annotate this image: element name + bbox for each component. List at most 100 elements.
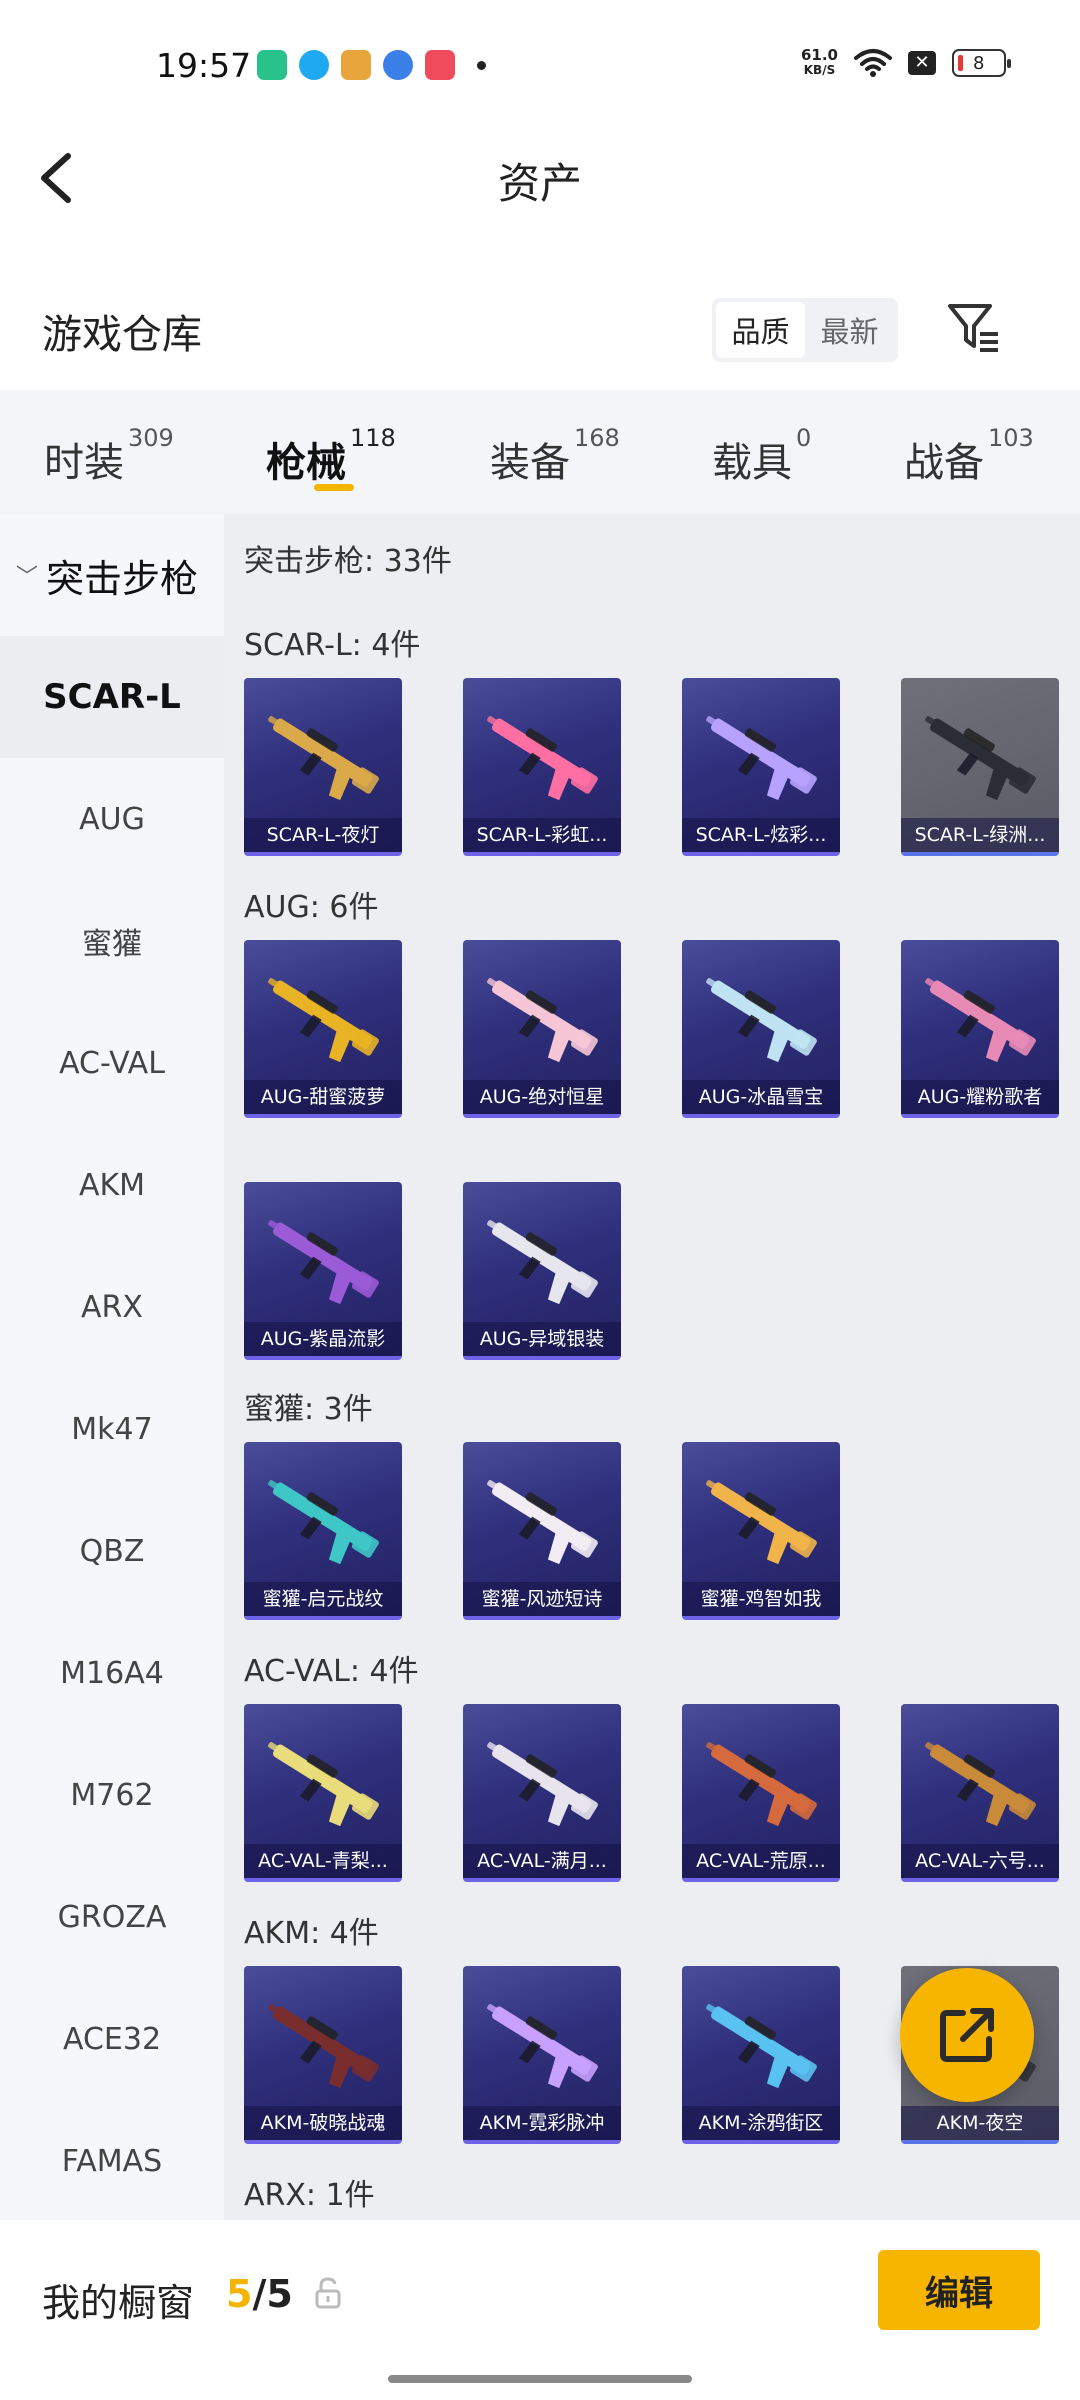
sidebar-item-scar-l[interactable]: SCAR-L bbox=[0, 636, 224, 758]
group-title-scar-l: SCAR-L: 4件 bbox=[244, 628, 421, 663]
video-app-icon bbox=[425, 50, 455, 80]
weapon-grid: 突击步枪: 33件 SCAR-L: 4件 SCAR-L-夜灯 SCAR-L-彩虹… bbox=[224, 514, 1080, 2220]
network-speed-value: 61.0 bbox=[800, 46, 838, 64]
weapon-card[interactable]: AKM-霓彩脉冲 bbox=[463, 1966, 621, 2144]
weapon-card[interactable]: AUG-耀粉歌者 bbox=[901, 940, 1059, 1118]
weapon-card[interactable]: AC-VAL-满月... bbox=[463, 1704, 621, 1882]
sidebar-item-famas[interactable]: FAMAS bbox=[0, 2100, 224, 2220]
weapon-card[interactable]: 蜜獾-启元战纹 bbox=[244, 1442, 402, 1620]
weapon-card[interactable]: AUG-异域银装 bbox=[463, 1182, 621, 1360]
tab-vehicles[interactable]: 载具0 bbox=[712, 424, 811, 488]
weapon-image bbox=[258, 1982, 388, 2102]
weapon-image bbox=[696, 956, 826, 1076]
sidebar-item-aug[interactable]: AUG bbox=[0, 758, 224, 880]
weapon-sidebar: ﹀ 突击步枪 SCAR-L AUG 蜜獾 AC-VAL AKM ARX Mk47… bbox=[0, 514, 224, 2220]
showcase-label: 我的橱窗 bbox=[42, 2281, 195, 2325]
weapon-image bbox=[258, 956, 388, 1076]
weapon-card[interactable]: SCAR-L-彩虹... bbox=[463, 678, 621, 856]
home-indicator[interactable] bbox=[388, 2375, 692, 2383]
no-sim-icon: ✕ bbox=[908, 51, 936, 75]
showcase-total: 5 bbox=[266, 2272, 293, 2316]
app-icon-green bbox=[257, 50, 287, 80]
weapon-image bbox=[477, 956, 607, 1076]
weapon-name: 蜜獾-风迹短诗 bbox=[463, 1582, 621, 1616]
sidebar-item-m762[interactable]: M762 bbox=[0, 1734, 224, 1856]
weapon-card[interactable]: AUG-甜蜜菠萝 bbox=[244, 940, 402, 1118]
tab-firearms[interactable]: 枪械118 bbox=[266, 424, 396, 488]
weapon-name: SCAR-L-绿洲... bbox=[901, 818, 1059, 852]
weapon-card[interactable]: AC-VAL-青梨... bbox=[244, 1704, 402, 1882]
weapon-card[interactable]: AUG-冰晶雪宝 bbox=[682, 940, 840, 1118]
weapon-card[interactable]: AKM-涂鸦街区 bbox=[682, 1966, 840, 2144]
filter-button[interactable] bbox=[946, 300, 1002, 356]
sidebar-item-qbz[interactable]: QBZ bbox=[0, 1490, 224, 1612]
notification-dot-icon bbox=[477, 60, 486, 70]
sidebar-item-mk47[interactable]: Mk47 bbox=[0, 1368, 224, 1490]
weapon-name: SCAR-L-炫彩... bbox=[682, 818, 840, 852]
weapon-image bbox=[258, 1720, 388, 1840]
sidebar-item-ace32[interactable]: ACE32 bbox=[0, 1978, 224, 2100]
weapon-name: AC-VAL-满月... bbox=[463, 1844, 621, 1878]
tab-vehicles-count: 0 bbox=[796, 424, 812, 452]
weapon-name: AUG-异域银装 bbox=[463, 1322, 621, 1356]
status-bar: 19:57 61.0 KB/S ✕ 8 bbox=[0, 0, 1080, 136]
tab-fashion[interactable]: 时装309 bbox=[44, 424, 174, 488]
page-title: 资产 bbox=[497, 159, 582, 208]
app-icon-blue bbox=[383, 50, 413, 80]
tab-equipment[interactable]: 装备168 bbox=[490, 424, 620, 488]
status-time: 19:57 bbox=[156, 46, 252, 85]
weapon-name: AUG-绝对恒星 bbox=[463, 1080, 621, 1114]
edit-button[interactable]: 编辑 bbox=[878, 2250, 1040, 2330]
sidebar-item-m16a4[interactable]: M16A4 bbox=[0, 1612, 224, 1734]
weapon-name: AKM-破晓战魂 bbox=[244, 2106, 402, 2140]
tab-supplies-count: 103 bbox=[988, 424, 1034, 452]
weapon-card[interactable]: 蜜獾-风迹短诗 bbox=[463, 1442, 621, 1620]
weapon-card[interactable]: SCAR-L-炫彩... bbox=[682, 678, 840, 856]
sort-latest-option[interactable]: 最新 bbox=[805, 302, 894, 358]
weapon-name: 蜜獾-启元战纹 bbox=[244, 1582, 402, 1616]
wifi-icon bbox=[854, 48, 892, 78]
battery-value: 8 bbox=[973, 52, 985, 74]
tab-vehicles-label: 载具 bbox=[712, 440, 792, 486]
weapon-image bbox=[477, 1982, 607, 2102]
weapon-card[interactable]: AC-VAL-荒原... bbox=[682, 1704, 840, 1882]
sort-quality-option[interactable]: 品质 bbox=[716, 302, 805, 358]
battery-level bbox=[958, 55, 963, 71]
weapon-card[interactable]: SCAR-L-绿洲... bbox=[901, 678, 1059, 856]
tab-firearms-label: 枪械 bbox=[266, 440, 346, 486]
group-title-akm: AKM: 4件 bbox=[244, 1916, 379, 1951]
weapon-card[interactable]: AUG-紫晶流影 bbox=[244, 1182, 402, 1360]
weapon-card[interactable]: AUG-绝对恒星 bbox=[463, 940, 621, 1118]
weapon-name: AC-VAL-六号... bbox=[901, 1844, 1059, 1878]
showcase-count: 5/5 bbox=[226, 2272, 293, 2316]
weapon-image bbox=[477, 694, 607, 814]
sidebar-item-groza[interactable]: GROZA bbox=[0, 1856, 224, 1978]
network-speed-unit: KB/S bbox=[803, 63, 836, 77]
sidebar-item-arx[interactable]: ARX bbox=[0, 1246, 224, 1368]
share-button[interactable] bbox=[900, 1968, 1034, 2102]
showcase-separator: / bbox=[252, 2272, 267, 2316]
weapon-image bbox=[915, 956, 1045, 1076]
weapon-image bbox=[258, 694, 388, 814]
sidebar-item-honey-badger[interactable]: 蜜獾 bbox=[0, 880, 224, 1002]
sidebar-category-header[interactable]: ﹀ 突击步枪 bbox=[0, 514, 224, 636]
weapon-card[interactable]: AKM-破晓战魂 bbox=[244, 1966, 402, 2144]
sidebar-category-label: 突击步枪 bbox=[46, 556, 199, 601]
tab-supplies[interactable]: 战备103 bbox=[904, 424, 1034, 488]
weapon-image bbox=[915, 694, 1045, 814]
weapon-name: AC-VAL-荒原... bbox=[682, 1844, 840, 1878]
network-speed: 61.0 KB/S bbox=[801, 48, 838, 78]
sidebar-item-ac-val[interactable]: AC-VAL bbox=[0, 1002, 224, 1124]
weapon-image bbox=[696, 694, 826, 814]
filter-icon bbox=[948, 304, 998, 352]
group-title-arx: ARX: 1件 bbox=[244, 2178, 375, 2213]
weapon-name: SCAR-L-彩虹... bbox=[463, 818, 621, 852]
sidebar-item-akm[interactable]: AKM bbox=[0, 1124, 224, 1246]
weapon-name: AKM-霓彩脉冲 bbox=[463, 2106, 621, 2140]
group-title-aug: AUG: 6件 bbox=[244, 890, 379, 925]
weapon-card[interactable]: SCAR-L-夜灯 bbox=[244, 678, 402, 856]
weapon-card[interactable]: 蜜獾-鸡智如我 bbox=[682, 1442, 840, 1620]
chevron-down-icon: ﹀ bbox=[16, 565, 39, 590]
qq-icon bbox=[299, 50, 329, 80]
weapon-card[interactable]: AC-VAL-六号... bbox=[901, 1704, 1059, 1882]
